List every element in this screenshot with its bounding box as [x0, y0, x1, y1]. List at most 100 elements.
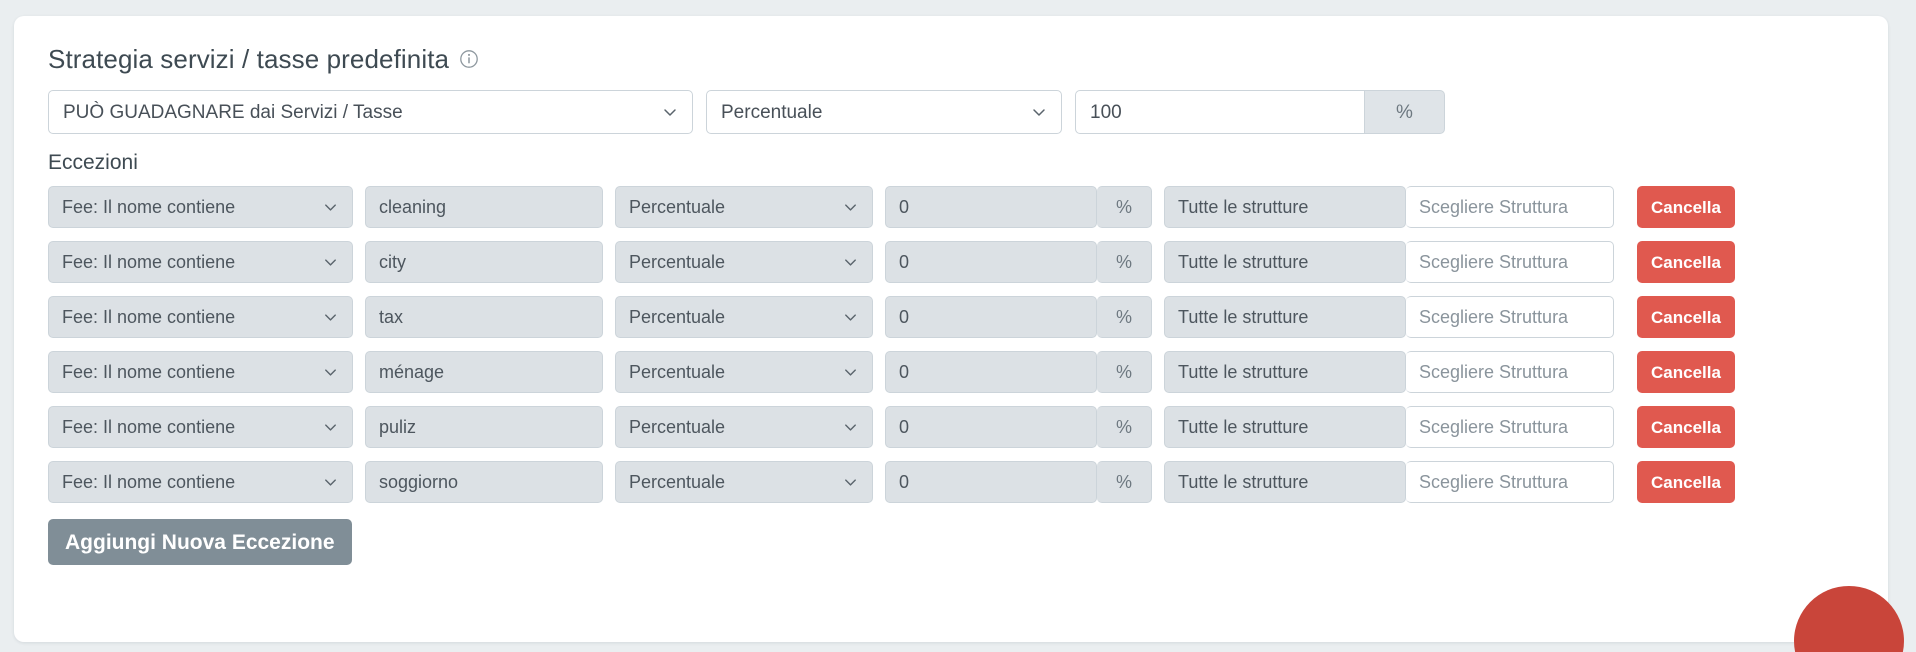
exception-row: Fee: Il nome contiene tax Percentuale 0 … — [48, 296, 1856, 338]
delete-exception-button[interactable]: Cancella — [1637, 461, 1735, 503]
exception-amount-group: 0 % — [885, 406, 1152, 448]
choose-structure-button[interactable]: Scegliere Struttura — [1406, 351, 1614, 393]
exception-match-input[interactable]: puliz — [365, 406, 603, 448]
chevron-down-icon — [842, 474, 859, 491]
exception-condition-select[interactable]: Fee: Il nome contiene — [48, 461, 353, 503]
default-amount-input[interactable]: 100 — [1075, 90, 1365, 134]
exception-condition-select[interactable]: Fee: Il nome contiene — [48, 406, 353, 448]
exception-kind-value: Percentuale — [629, 473, 725, 491]
card-header: Strategia servizi / tasse predefinita — [48, 46, 1856, 72]
exception-amount-group: 0 % — [885, 186, 1152, 228]
exception-kind-select[interactable]: Percentuale — [615, 241, 873, 283]
exception-row: Fee: Il nome contiene city Percentuale 0… — [48, 241, 1856, 283]
exception-rows-list: Fee: Il nome contiene cleaning Percentua… — [48, 186, 1856, 503]
percent-addon: % — [1365, 90, 1445, 134]
delete-exception-button[interactable]: Cancella — [1637, 406, 1735, 448]
exception-structure-group: Tutte le strutture Scegliere Struttura — [1164, 461, 1614, 503]
percent-addon: % — [1097, 406, 1152, 448]
percent-addon: % — [1097, 461, 1152, 503]
exception-kind-select[interactable]: Percentuale — [615, 406, 873, 448]
chevron-down-icon — [661, 103, 679, 121]
exception-row: Fee: Il nome contiene puliz Percentuale … — [48, 406, 1856, 448]
exception-amount-group: 0 % — [885, 241, 1152, 283]
exception-match-input[interactable]: ménage — [365, 351, 603, 393]
exception-structure-scope[interactable]: Tutte le strutture — [1164, 351, 1406, 393]
exception-match-input[interactable]: tax — [365, 296, 603, 338]
exception-condition-value: Fee: Il nome contiene — [62, 253, 235, 271]
choose-structure-button[interactable]: Scegliere Struttura — [1406, 186, 1614, 228]
exception-kind-select[interactable]: Percentuale — [615, 296, 873, 338]
exception-structure-group: Tutte le strutture Scegliere Struttura — [1164, 406, 1614, 448]
percent-addon: % — [1097, 296, 1152, 338]
default-strategy-select[interactable]: PUÒ GUADAGNARE dai Servizi / Tasse — [48, 90, 693, 134]
chevron-down-icon — [322, 364, 339, 381]
default-strategy-row: PUÒ GUADAGNARE dai Servizi / Tasse Perce… — [48, 90, 1856, 134]
exception-amount-input[interactable]: 0 — [885, 186, 1097, 228]
exception-kind-select[interactable]: Percentuale — [615, 351, 873, 393]
exception-structure-group: Tutte le strutture Scegliere Struttura — [1164, 351, 1614, 393]
add-exception-button[interactable]: Aggiungi Nuova Eccezione — [48, 519, 352, 565]
exception-structure-scope[interactable]: Tutte le strutture — [1164, 186, 1406, 228]
exception-amount-input[interactable]: 0 — [885, 296, 1097, 338]
percent-addon: % — [1097, 241, 1152, 283]
exception-condition-select[interactable]: Fee: Il nome contiene — [48, 241, 353, 283]
exception-amount-input[interactable]: 0 — [885, 461, 1097, 503]
exception-amount-group: 0 % — [885, 461, 1152, 503]
page-title: Strategia servizi / tasse predefinita — [48, 46, 449, 72]
chevron-down-icon — [322, 199, 339, 216]
delete-exception-button[interactable]: Cancella — [1637, 241, 1735, 283]
exception-match-input[interactable]: soggiorno — [365, 461, 603, 503]
delete-exception-button[interactable]: Cancella — [1637, 296, 1735, 338]
exception-amount-input[interactable]: 0 — [885, 351, 1097, 393]
exception-structure-group: Tutte le strutture Scegliere Struttura — [1164, 241, 1614, 283]
delete-exception-button[interactable]: Cancella — [1637, 351, 1735, 393]
exception-condition-value: Fee: Il nome contiene — [62, 198, 235, 216]
default-kind-select[interactable]: Percentuale — [706, 90, 1062, 134]
chevron-down-icon — [322, 474, 339, 491]
chevron-down-icon — [322, 419, 339, 436]
exception-condition-value: Fee: Il nome contiene — [62, 473, 235, 491]
exception-match-input[interactable]: city — [365, 241, 603, 283]
exception-condition-value: Fee: Il nome contiene — [62, 308, 235, 326]
info-circle-icon[interactable] — [459, 49, 479, 69]
choose-structure-button[interactable]: Scegliere Struttura — [1406, 241, 1614, 283]
exception-structure-scope[interactable]: Tutte le strutture — [1164, 461, 1406, 503]
exception-kind-select[interactable]: Percentuale — [615, 461, 873, 503]
exception-row: Fee: Il nome contiene cleaning Percentua… — [48, 186, 1856, 228]
exception-condition-select[interactable]: Fee: Il nome contiene — [48, 351, 353, 393]
default-amount-group: 100 % — [1075, 90, 1445, 134]
chevron-down-icon — [842, 419, 859, 436]
chevron-down-icon — [842, 309, 859, 326]
exception-condition-select[interactable]: Fee: Il nome contiene — [48, 296, 353, 338]
exception-structure-group: Tutte le strutture Scegliere Struttura — [1164, 186, 1614, 228]
delete-exception-button[interactable]: Cancella — [1637, 186, 1735, 228]
exception-kind-value: Percentuale — [629, 418, 725, 436]
exception-row: Fee: Il nome contiene soggiorno Percentu… — [48, 461, 1856, 503]
choose-structure-button[interactable]: Scegliere Struttura — [1406, 406, 1614, 448]
exception-kind-select[interactable]: Percentuale — [615, 186, 873, 228]
choose-structure-button[interactable]: Scegliere Struttura — [1406, 461, 1614, 503]
exception-amount-input[interactable]: 0 — [885, 241, 1097, 283]
exception-kind-value: Percentuale — [629, 363, 725, 381]
exception-structure-scope[interactable]: Tutte le strutture — [1164, 406, 1406, 448]
exception-kind-value: Percentuale — [629, 198, 725, 216]
exception-kind-value: Percentuale — [629, 253, 725, 271]
exception-condition-select[interactable]: Fee: Il nome contiene — [48, 186, 353, 228]
default-kind-value: Percentuale — [721, 103, 822, 122]
exception-condition-value: Fee: Il nome contiene — [62, 363, 235, 381]
exception-kind-value: Percentuale — [629, 308, 725, 326]
exception-match-input[interactable]: cleaning — [365, 186, 603, 228]
chevron-down-icon — [842, 364, 859, 381]
exception-amount-group: 0 % — [885, 351, 1152, 393]
exceptions-label: Eccezioni — [48, 152, 1856, 173]
strategy-card: Strategia servizi / tasse predefinita PU… — [14, 16, 1888, 642]
percent-addon: % — [1097, 186, 1152, 228]
chevron-down-icon — [842, 254, 859, 271]
exception-structure-scope[interactable]: Tutte le strutture — [1164, 241, 1406, 283]
exception-amount-input[interactable]: 0 — [885, 406, 1097, 448]
choose-structure-button[interactable]: Scegliere Struttura — [1406, 296, 1614, 338]
exception-row: Fee: Il nome contiene ménage Percentuale… — [48, 351, 1856, 393]
chevron-down-icon — [1030, 103, 1048, 121]
exception-structure-scope[interactable]: Tutte le strutture — [1164, 296, 1406, 338]
exception-structure-group: Tutte le strutture Scegliere Struttura — [1164, 296, 1614, 338]
